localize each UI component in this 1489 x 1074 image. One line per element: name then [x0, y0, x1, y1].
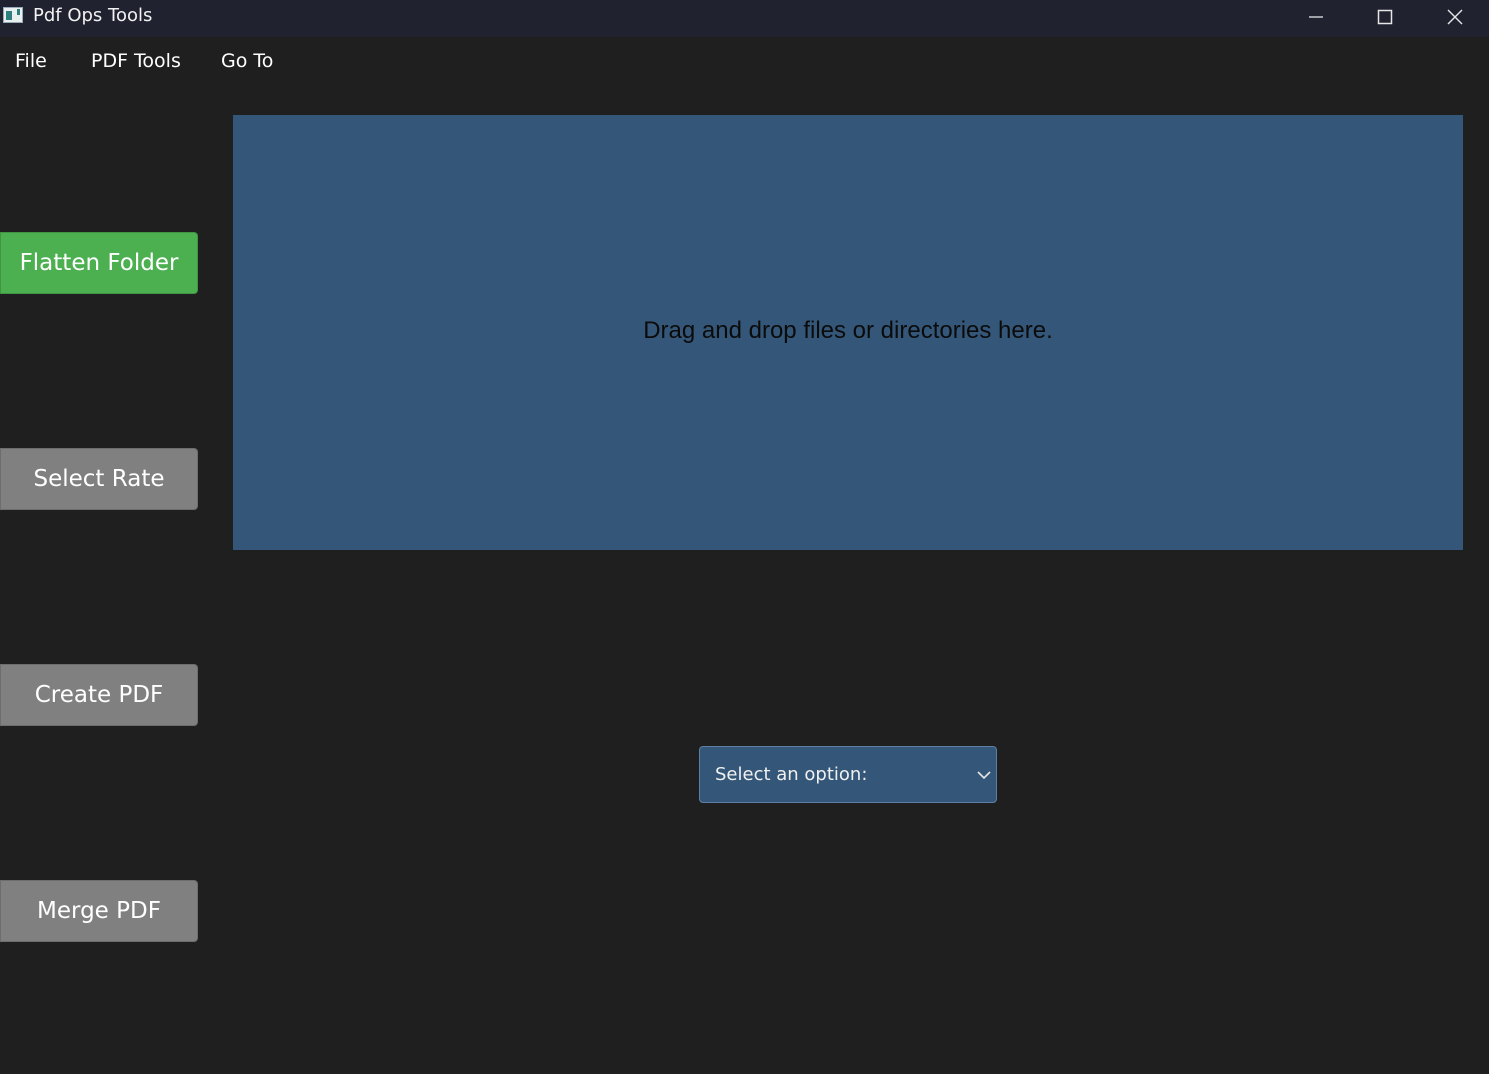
app-icon: [3, 7, 23, 23]
title-bar: Pdf Ops Tools: [0, 0, 1489, 37]
maximize-icon: [1377, 9, 1393, 24]
close-icon: [1447, 9, 1463, 24]
menu-file[interactable]: File: [15, 50, 47, 72]
option-select-value: Select an option:: [715, 764, 868, 785]
drop-zone[interactable]: Drag and drop files or directories here.: [233, 115, 1463, 550]
merge-pdf-button[interactable]: Merge PDF: [0, 880, 198, 942]
window-title: Pdf Ops Tools: [33, 5, 153, 26]
menu-go-to[interactable]: Go To: [221, 50, 273, 72]
minimize-icon: [1309, 15, 1323, 18]
drop-zone-label: Drag and drop files or directories here.: [643, 316, 1053, 344]
chevron-down-icon: [977, 771, 991, 780]
flatten-folder-button[interactable]: Flatten Folder: [0, 232, 198, 294]
select-rate-button[interactable]: Select Rate: [0, 448, 198, 510]
menu-bar: File PDF Tools Go To: [0, 37, 1489, 87]
option-select[interactable]: Select an option:: [699, 746, 997, 803]
minimize-button[interactable]: [1281, 0, 1351, 33]
create-pdf-button[interactable]: Create PDF: [0, 664, 198, 726]
close-button[interactable]: [1420, 0, 1489, 33]
maximize-button[interactable]: [1350, 0, 1420, 33]
menu-pdf-tools[interactable]: PDF Tools: [91, 50, 181, 72]
